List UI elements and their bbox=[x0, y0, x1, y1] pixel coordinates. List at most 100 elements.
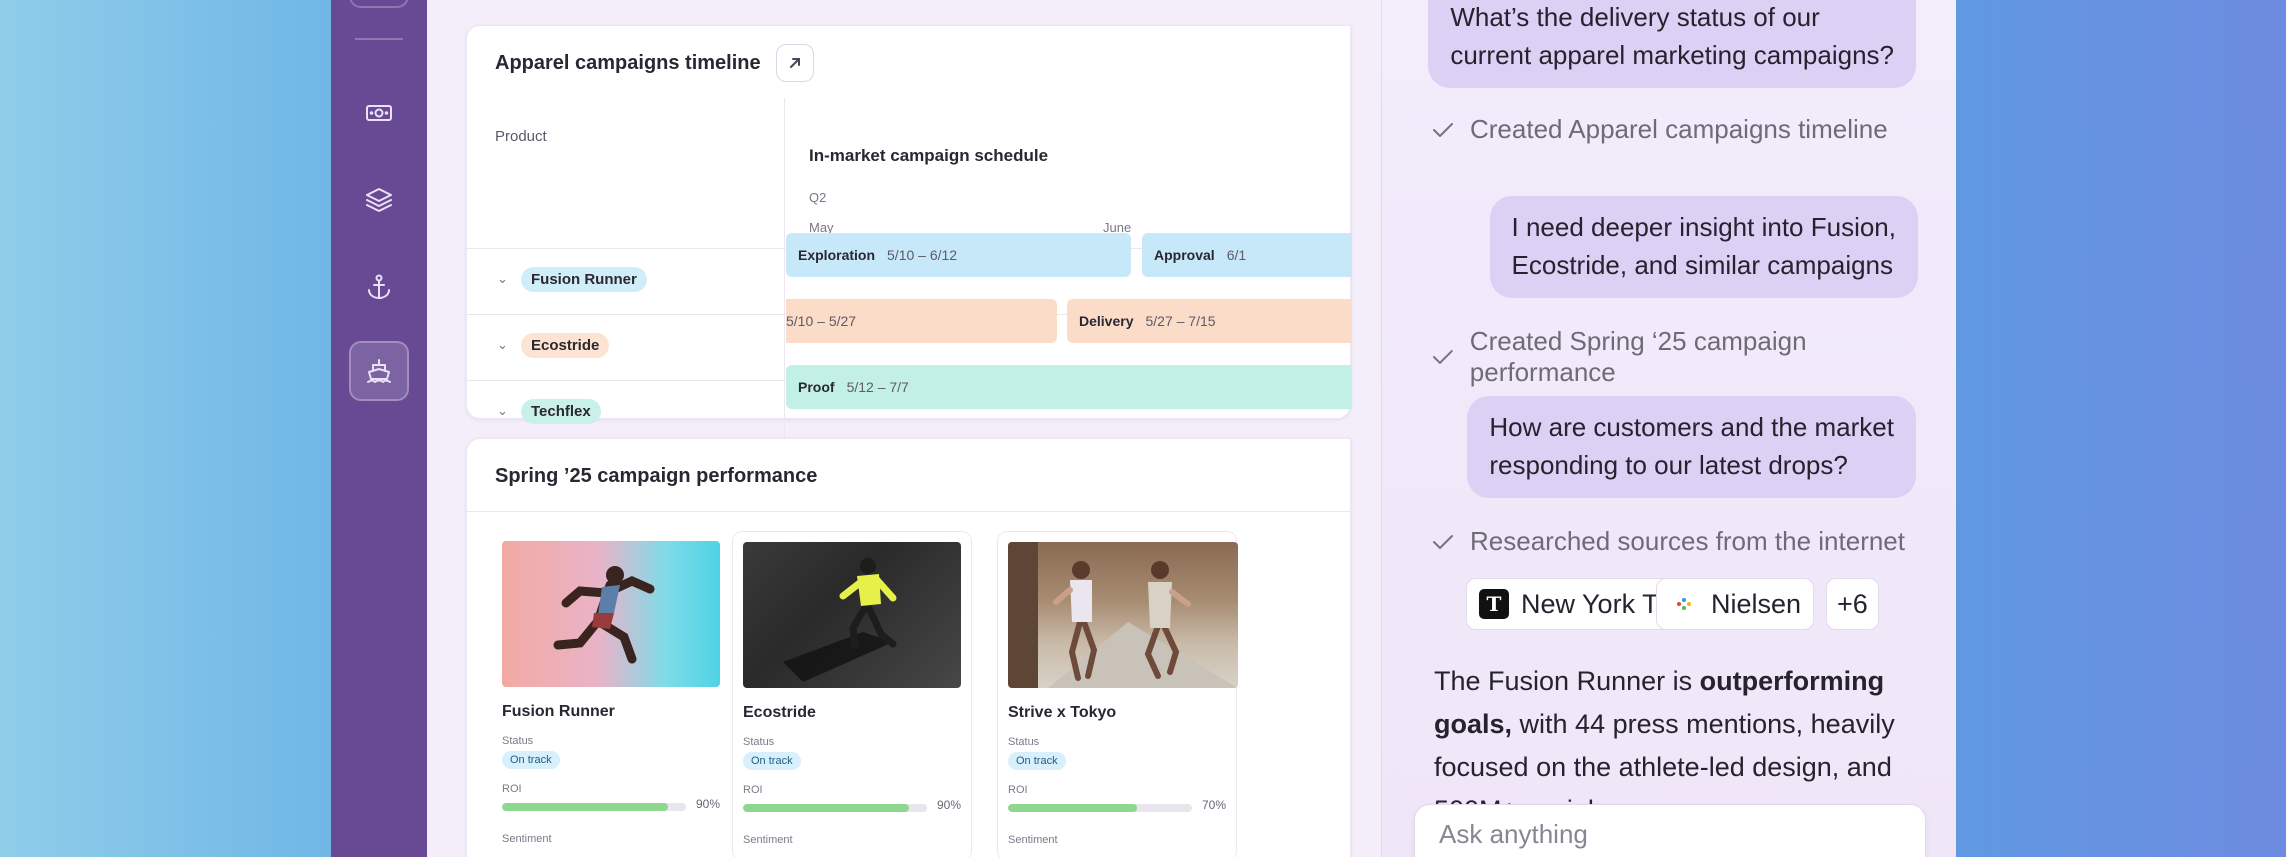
chat-input-box[interactable] bbox=[1414, 804, 1926, 857]
schedule-title: In-market campaign schedule bbox=[809, 146, 1049, 165]
campaign-photo bbox=[743, 542, 961, 688]
roi-progress-fill bbox=[743, 804, 909, 812]
roi-progress-bar bbox=[502, 803, 686, 811]
bar-dates: 5/10 – 5/27 bbox=[786, 313, 857, 329]
main-content: Apparel campaigns timeline Product ⌄ Fus… bbox=[427, 0, 1381, 857]
check-icon bbox=[1433, 122, 1453, 137]
timeline-row[interactable]: ⌄ Fusion Runner bbox=[467, 248, 784, 314]
more-sources-chip[interactable]: +6 bbox=[1826, 578, 1879, 630]
gantt-bar-approval[interactable]: Approval 6/1 bbox=[1142, 233, 1352, 277]
check-icon bbox=[1433, 534, 1453, 549]
status-text: Researched sources from the internet bbox=[1470, 526, 1905, 556]
campaign-photo bbox=[502, 541, 720, 687]
user-message: I need deeper insight into Fusion, Ecost… bbox=[1489, 196, 1918, 298]
chevron-down-icon[interactable]: ⌄ bbox=[497, 271, 508, 287]
runner-image-icon bbox=[783, 558, 897, 682]
message-line: Ecostride, and similar campaigns bbox=[1511, 250, 1894, 280]
roi-label: ROI bbox=[502, 783, 522, 795]
source-chip-nielsen[interactable]: Nielsen bbox=[1656, 578, 1815, 630]
anchor-icon bbox=[368, 274, 390, 299]
chevron-down-icon[interactable]: ⌄ bbox=[497, 403, 508, 419]
roi-label: ROI bbox=[743, 784, 763, 796]
sentiment-label: Sentiment bbox=[1008, 834, 1058, 846]
status-line: Created Apparel campaigns timeline bbox=[1430, 114, 1888, 145]
product-pill-techflex: Techflex bbox=[521, 399, 601, 424]
message-line: How are customers and the market bbox=[1489, 412, 1894, 442]
answer-intro: The Fusion Runner is bbox=[1434, 666, 1700, 696]
app-window: Apparel campaigns timeline Product ⌄ Fus… bbox=[331, 0, 1956, 857]
nyt-logo-icon: T bbox=[1479, 589, 1509, 619]
campaign-tile-strive-x-tokyo[interactable]: Strive x Tokyo Status On track ROI 70% S… bbox=[997, 531, 1238, 857]
message-line: current apparel marketing campaigns? bbox=[1450, 40, 1894, 70]
user-message: What’s the delivery status of our curren… bbox=[1428, 0, 1916, 88]
status-badge: On track bbox=[1008, 752, 1066, 770]
layers-icon bbox=[366, 188, 392, 212]
status-label: Status bbox=[1008, 736, 1040, 748]
bar-dates: 5/10 – 6/12 bbox=[887, 247, 958, 263]
card-divider bbox=[467, 511, 1350, 512]
status-line: Researched sources from the internet bbox=[1430, 526, 1905, 557]
sidebar-item-layers[interactable] bbox=[349, 170, 409, 230]
sidebar bbox=[331, 0, 427, 857]
campaign-name: Ecostride bbox=[743, 704, 816, 721]
campaign-name: Fusion Runner bbox=[502, 703, 615, 720]
status-line: Created Spring ‘25 campaign performance bbox=[1430, 326, 1956, 388]
timeline-card: Apparel campaigns timeline Product ⌄ Fus… bbox=[466, 25, 1352, 446]
check-icon bbox=[1432, 350, 1453, 364]
bar-label: Proof bbox=[798, 379, 835, 395]
chevron-down-icon[interactable]: ⌄ bbox=[497, 337, 508, 353]
timeline-row[interactable]: ⌄ Ecostride bbox=[467, 314, 784, 380]
status-label: Status bbox=[502, 735, 534, 747]
bar-dates: 5/27 – 7/15 bbox=[1145, 313, 1216, 329]
status-badge: On track bbox=[502, 751, 560, 769]
message-line: What’s the delivery status of our bbox=[1450, 2, 1820, 32]
message-line: I need deeper insight into Fusion, bbox=[1511, 212, 1896, 242]
gantt-bar-ecostride-phase[interactable]: 5/10 – 5/27 bbox=[786, 299, 1057, 343]
status-text: Created Spring ‘25 campaign performance bbox=[1469, 326, 1807, 387]
runners-image-icon bbox=[1008, 542, 1238, 688]
arrow-up-right-icon bbox=[790, 58, 800, 68]
roi-progress-bar bbox=[743, 804, 927, 812]
roi-progress-bar bbox=[1008, 804, 1192, 812]
source-name: Nielsen bbox=[1711, 588, 1802, 619]
quarter-label: Q2 bbox=[809, 190, 827, 205]
performance-title: Spring ’25 campaign performance bbox=[495, 465, 818, 487]
roi-label: ROI bbox=[1008, 784, 1028, 796]
timeline-product-column: Product ⌄ Fusion Runner ⌄ Ecostride ⌄ Te… bbox=[467, 98, 785, 446]
roi-value: 70% bbox=[1202, 798, 1227, 812]
ship-icon bbox=[367, 359, 391, 383]
campaign-photo bbox=[1008, 542, 1238, 688]
bar-dates: 6/1 bbox=[1226, 247, 1247, 263]
gantt-bar-proof[interactable]: Proof 5/12 – 7/7 bbox=[786, 365, 1352, 409]
roi-value: 90% bbox=[937, 798, 962, 812]
timeline-title: Apparel campaigns timeline bbox=[495, 52, 761, 74]
gantt-bar-delivery[interactable]: Delivery 5/27 – 7/15 bbox=[1067, 299, 1352, 343]
bar-label: Exploration bbox=[798, 247, 876, 263]
nielsen-logo-icon bbox=[1669, 589, 1699, 619]
banknote-icon bbox=[366, 105, 392, 121]
bar-dates: 5/12 – 7/7 bbox=[846, 379, 909, 395]
user-message: How are customers and the market respond… bbox=[1467, 396, 1916, 498]
product-pill-fusion-runner: Fusion Runner bbox=[521, 267, 647, 292]
sidebar-item-anchor[interactable] bbox=[349, 257, 409, 317]
sidebar-item-ship[interactable] bbox=[349, 341, 409, 401]
product-column-header: Product bbox=[495, 128, 547, 145]
timeline-row[interactable]: ⌄ Techflex bbox=[467, 380, 784, 446]
sidebar-top-button[interactable] bbox=[349, 0, 409, 8]
sidebar-divider bbox=[355, 38, 403, 40]
sidebar-item-finance[interactable] bbox=[349, 83, 409, 143]
roi-value: 90% bbox=[696, 797, 721, 811]
sentiment-label: Sentiment bbox=[743, 834, 793, 846]
campaign-tile-fusion-runner[interactable]: Fusion Runner Status On track ROI 90% Se… bbox=[466, 531, 732, 857]
status-badge: On track bbox=[743, 752, 801, 770]
performance-card: Spring ’25 campaign performance Fusion R… bbox=[466, 438, 1351, 857]
status-label: Status bbox=[743, 736, 775, 748]
sentiment-label: Sentiment bbox=[502, 833, 552, 845]
campaign-tile-ecostride[interactable]: Ecostride Status On track ROI 90% Sentim… bbox=[732, 531, 972, 857]
ask-anything-input[interactable] bbox=[1439, 819, 1899, 850]
open-timeline-button[interactable] bbox=[776, 44, 814, 82]
gantt-bar-exploration[interactable]: Exploration 5/10 – 6/12 bbox=[786, 233, 1131, 277]
roi-progress-fill bbox=[502, 803, 668, 811]
bar-label: Approval bbox=[1154, 247, 1215, 263]
campaign-name: Strive x Tokyo bbox=[1008, 704, 1117, 721]
